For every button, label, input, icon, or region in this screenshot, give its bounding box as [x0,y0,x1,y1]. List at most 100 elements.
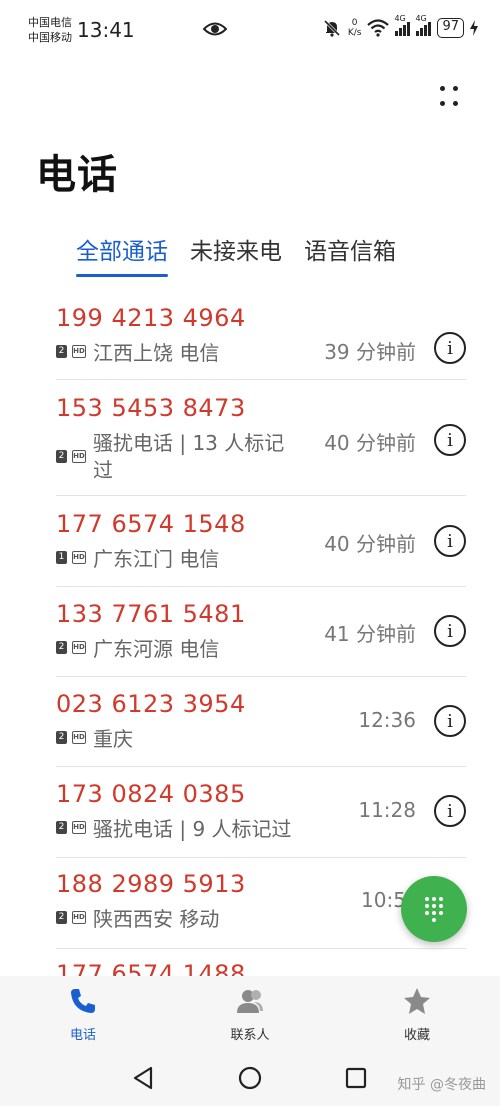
info-icon[interactable]: i [434,424,466,456]
info-icon[interactable]: i [434,615,466,647]
dialpad-dot-icon [439,897,443,901]
hd-badge: HD [72,911,86,924]
call-location: 广东河源 电信 [93,637,220,661]
star-icon [404,988,430,1014]
call-meta: 2 HD 陕西西安 移动 [56,906,219,933]
call-location: 陕西西安 移动 [93,907,220,931]
info-icon[interactable]: i [434,332,466,364]
call-number: 153 5453 8473 [56,394,246,422]
charging-icon [470,20,478,36]
divider [56,379,466,380]
net-speed-value: 0 [351,18,358,28]
back-icon[interactable] [132,1066,154,1090]
call-time: 39 分钟前 [324,340,416,364]
call-row[interactable]: 177 6574 1548 1 HD 广东江门 电信 40 分钟前 i [56,510,466,586]
watermark: 知乎 @冬夜曲 [397,1077,486,1093]
call-number: 177 6574 1548 [56,510,246,538]
sim-badge: 2 [56,911,67,924]
status-icons: 0 K/s 4G 4G 97 [322,14,478,38]
dialpad-dot-icon [439,911,443,915]
sim-badge: 2 [56,641,67,654]
sim-badge: 2 [56,821,67,834]
tab-voicemail[interactable]: 语音信箱 [304,232,396,274]
nav-item-contacts[interactable]: 联系人 [210,986,290,1043]
tab-missed-calls[interactable]: 未接来电 [190,232,282,274]
more-dot-icon [440,86,445,91]
more-dot-icon [440,101,445,106]
call-time: 11:28 [358,798,416,822]
nav-label-favorites: 收藏 [403,1028,430,1043]
dialpad-dot-icon [432,897,436,901]
net-speed-unit: K/s [347,28,362,38]
call-row[interactable]: 177 6574 1488 [56,960,466,976]
call-row[interactable]: 023 6123 3954 2 HD 重庆 12:36 i [56,690,466,766]
signal-2-icon: 4G [415,14,432,36]
call-location: 江西上饶 电信 [93,341,220,365]
call-time: 40 分钟前 [324,532,416,556]
more-options-button[interactable] [436,82,462,112]
call-meta: 1 HD 广东江门 电信 [56,546,219,573]
dialpad-dot-icon [432,911,436,915]
info-icon[interactable]: i [434,795,466,827]
hd-badge: HD [72,345,86,358]
status-bar: 中国电信 中国移动 13:41 0 K/s 4G 4G 97 [0,0,500,62]
signal-1-label: 4G [394,14,406,23]
call-meta: 2 HD 广东河源 电信 [56,636,219,663]
call-meta: 2 HD 骚扰电话 | 13 人标记过 [56,430,306,484]
dialpad-button[interactable] [401,876,467,942]
nav-label-phone: 电话 [69,1028,96,1043]
wifi-icon [367,19,390,37]
sim-badge: 2 [56,345,67,358]
divider [56,857,466,858]
call-number: 199 4213 4964 [56,304,246,332]
sim-badge: 2 [56,731,67,744]
net-speed: 0 K/s [348,18,362,38]
dialpad-dot-icon [425,904,429,908]
home-icon[interactable] [238,1066,262,1090]
more-dot-icon [453,86,458,91]
call-meta: 2 HD 骚扰电话 | 9 人标记过 [56,816,292,843]
hd-badge: HD [72,551,86,564]
call-row[interactable]: 199 4213 4964 2 HD 江西上饶 电信 39 分钟前 i [56,304,466,380]
tab-all-calls[interactable]: 全部通话 [76,232,168,277]
carrier-2: 中国移动 [28,31,72,44]
dialpad-dot-icon [432,918,436,922]
call-location: 骚扰电话 | 9 人标记过 [93,817,292,841]
dialpad-dot-icon [425,911,429,915]
call-row[interactable]: 133 7761 5481 2 HD 广东河源 电信 41 分钟前 i [56,600,466,676]
call-time: 41 分钟前 [324,622,416,646]
hd-badge: HD [72,450,86,463]
carrier-1: 中国电信 [28,16,72,29]
call-number: 173 0824 0385 [56,780,246,808]
call-location: 骚扰电话 | 13 人标记过 [93,431,285,482]
sim-badge: 2 [56,450,67,463]
call-tabs: 全部通话 未接来电 语音信箱 [76,232,396,277]
dialpad-dot-icon [425,897,429,901]
hd-badge: HD [72,641,86,654]
hd-badge: HD [72,731,86,744]
call-row[interactable]: 153 5453 8473 2 HD 骚扰电话 | 13 人标记过 40 分钟前… [56,394,466,494]
dialpad-dot-icon [432,904,436,908]
info-icon[interactable]: i [434,525,466,557]
call-location: 重庆 [93,727,133,751]
nav-item-phone[interactable]: 电话 [43,986,123,1043]
info-icon[interactable]: i [434,705,466,737]
call-meta: 2 HD 重庆 [56,726,133,753]
call-number: 188 2989 5913 [56,870,246,898]
call-time: 40 分钟前 [324,431,416,455]
battery-indicator: 97 [437,18,464,38]
dialpad-dot-icon [439,904,443,908]
nav-item-favorites[interactable]: 收藏 [377,986,457,1043]
divider [56,676,466,677]
call-time: 12:36 [358,708,416,732]
divider [56,766,466,767]
sim-badge: 1 [56,551,67,564]
call-number: 023 6123 3954 [56,690,246,718]
more-dot-icon [453,101,458,106]
status-time: 13:41 [77,18,135,42]
recents-icon[interactable] [345,1067,367,1089]
contacts-icon [237,990,263,1013]
nav-label-contacts: 联系人 [230,1028,270,1043]
page-title: 电话 [36,152,118,198]
call-row[interactable]: 173 0824 0385 2 HD 骚扰电话 | 9 人标记过 11:28 i [56,780,466,856]
